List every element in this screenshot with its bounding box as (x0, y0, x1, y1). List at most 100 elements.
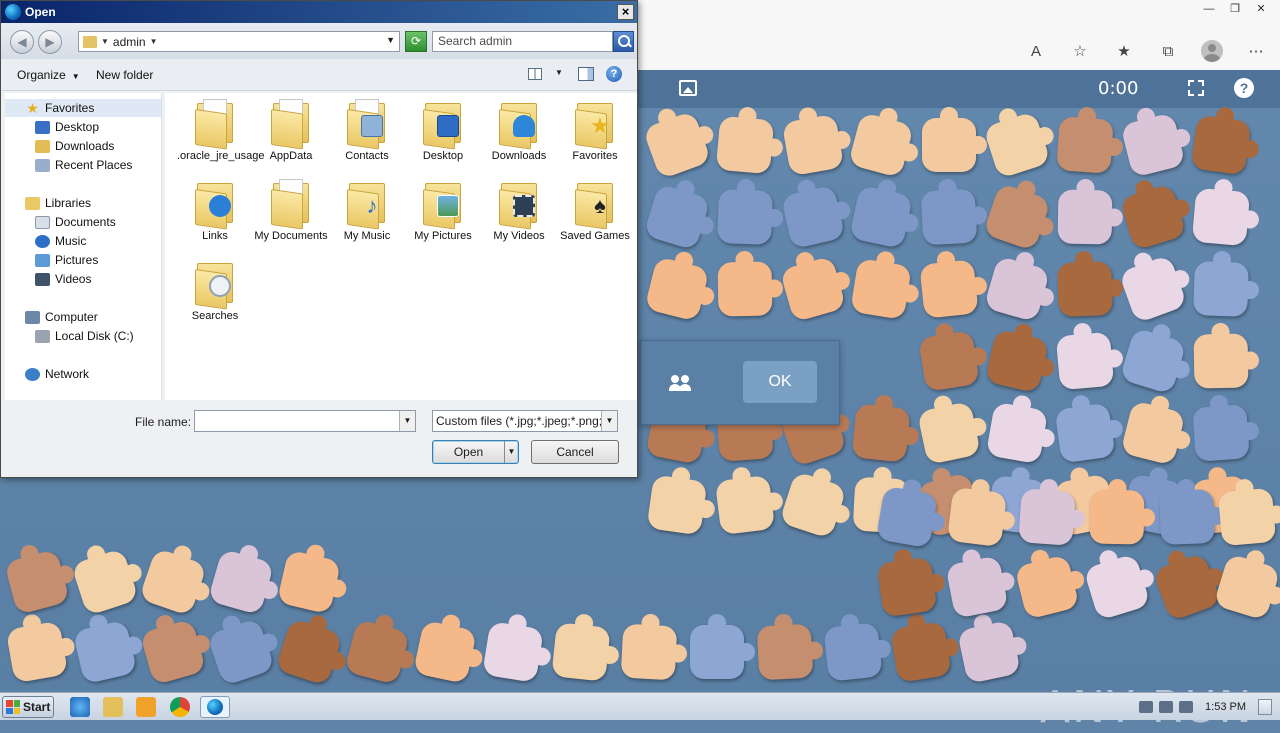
puzzle-piece[interactable] (919, 259, 979, 319)
file-item-my-documents[interactable]: My Documents (253, 179, 329, 243)
puzzle-piece[interactable] (206, 617, 276, 687)
puzzle-piece[interactable] (983, 255, 1051, 323)
chevron-down-icon[interactable]: ▼ (386, 35, 395, 45)
close-button[interactable]: ✕ (1250, 0, 1272, 17)
puzzle-piece[interactable] (412, 619, 478, 685)
internet-explorer-icon[interactable] (70, 697, 90, 717)
nav-item-pictures[interactable]: Pictures (35, 251, 98, 269)
path-breadcrumb[interactable]: ▼ admin ▼ ▼ (78, 31, 400, 52)
puzzle-piece[interactable] (946, 486, 1008, 548)
puzzle-piece[interactable] (781, 113, 845, 177)
minimize-button[interactable]: — (1198, 0, 1220, 17)
puzzle-piece[interactable] (1193, 261, 1249, 317)
file-explorer-icon[interactable] (103, 697, 123, 717)
file-item-desktop[interactable]: Desktop (405, 99, 481, 163)
puzzle-piece[interactable] (1191, 187, 1251, 247)
show-desktop-button[interactable] (1258, 698, 1272, 715)
puzzle-piece[interactable] (1014, 554, 1080, 620)
puzzle-piece[interactable] (70, 547, 140, 617)
puzzle-piece[interactable] (1190, 114, 1252, 176)
add-favorite-icon[interactable]: ☆ (1068, 39, 1092, 63)
cancel-button[interactable]: Cancel (531, 440, 619, 464)
nav-item-music[interactable]: Music (35, 232, 86, 250)
puzzle-piece[interactable] (1119, 183, 1187, 251)
puzzle-piece[interactable] (642, 110, 712, 180)
file-item-my-videos[interactable]: My Videos (481, 179, 557, 243)
nav-item-desktop[interactable]: Desktop (35, 118, 99, 136)
puzzle-piece[interactable] (982, 110, 1052, 180)
file-type-select[interactable]: Custom files (*.jpg;*.jpeg;*.png; ▼ (432, 410, 618, 432)
puzzle-piece[interactable] (717, 189, 773, 245)
breadcrumb-separator-icon[interactable]: ▼ (150, 37, 158, 46)
puzzle-piece[interactable] (823, 622, 883, 682)
puzzle-piece[interactable] (1152, 552, 1222, 622)
puzzle-piece[interactable] (5, 620, 69, 684)
file-item-appdata[interactable]: AppData (253, 99, 329, 163)
puzzle-piece[interactable] (922, 107, 987, 172)
puzzle-piece[interactable] (690, 614, 755, 679)
file-item-searches[interactable]: Searches (177, 259, 253, 323)
breadcrumb-separator-icon[interactable]: ▼ (101, 37, 109, 46)
puzzle-piece[interactable] (779, 255, 847, 323)
favorites-icon[interactable]: ★ (1112, 39, 1136, 63)
change-view-icon[interactable] (528, 68, 542, 80)
puzzle-piece[interactable] (780, 184, 846, 250)
puzzle-piece[interactable] (1055, 331, 1115, 391)
chevron-down-icon[interactable]: ▼ (555, 68, 563, 77)
collections-icon[interactable]: ⧉ (1156, 39, 1180, 63)
nav-item-documents[interactable]: Documents (35, 213, 116, 231)
flag-icon[interactable] (1179, 700, 1194, 713)
puzzle-piece[interactable] (717, 261, 773, 317)
file-item-downloads[interactable]: Downloads (481, 99, 557, 163)
puzzle-piece[interactable] (890, 621, 952, 683)
puzzle-piece[interactable] (644, 256, 710, 322)
clock[interactable]: 1:53 PM (1205, 701, 1246, 713)
puzzle-piece[interactable] (274, 617, 344, 687)
nav-item-network[interactable]: Network (25, 365, 89, 383)
puzzle-piece[interactable] (1057, 189, 1113, 245)
puzzle-piece[interactable] (643, 183, 711, 251)
puzzle-piece[interactable] (756, 623, 814, 681)
nav-item-favorites[interactable]: ★ Favorites (5, 99, 161, 117)
help-icon[interactable]: ? (606, 66, 622, 82)
puzzle-piece[interactable] (1083, 553, 1151, 621)
chrome-icon[interactable] (170, 697, 190, 717)
chevron-down-icon[interactable]: ▼ (504, 441, 518, 463)
nav-item-computer[interactable]: Computer (25, 308, 98, 326)
edge-taskbar-button[interactable] (200, 696, 230, 718)
file-name-input[interactable]: ▼ (194, 410, 416, 432)
puzzle-piece[interactable] (1089, 489, 1145, 545)
help-icon[interactable]: ? (1234, 78, 1254, 98)
back-arrow-icon[interactable]: ◀ (10, 30, 34, 54)
puzzle-piece[interactable] (851, 403, 911, 463)
start-button[interactable]: Start (2, 696, 54, 718)
puzzle-piece[interactable] (1056, 116, 1114, 174)
puzzle-piece[interactable] (1118, 254, 1188, 324)
puzzle-piece[interactable] (875, 485, 939, 549)
open-button[interactable]: Open ▼ (432, 440, 519, 464)
puzzle-piece[interactable] (3, 548, 71, 616)
network-tray-icon[interactable] (1159, 700, 1174, 713)
file-item-my-pictures[interactable]: My Pictures (405, 179, 481, 243)
ok-button[interactable]: OK (743, 361, 817, 403)
restore-button[interactable]: ❐ (1224, 0, 1246, 17)
puzzle-piece[interactable] (985, 401, 1049, 465)
puzzle-piece[interactable] (139, 618, 207, 686)
more-menu-icon[interactable]: ⋯ (1244, 39, 1268, 63)
puzzle-piece[interactable] (1213, 553, 1280, 621)
puzzle-piece[interactable] (72, 619, 138, 685)
file-item-contacts[interactable]: Contacts (329, 99, 405, 163)
nav-item-recent-places[interactable]: Recent Places (35, 156, 132, 174)
refresh-icon[interactable]: ⟳ (405, 31, 427, 52)
breadcrumb-admin[interactable]: admin (113, 35, 146, 49)
puzzle-piece[interactable] (1120, 112, 1186, 178)
puzzle-piece[interactable] (1057, 261, 1113, 317)
puzzle-piece[interactable] (646, 474, 708, 536)
dialog-titlebar[interactable]: Open × (1, 1, 637, 23)
puzzle-piece[interactable] (715, 115, 775, 175)
puzzle-piece[interactable] (714, 474, 776, 536)
puzzle-piece[interactable] (482, 621, 544, 683)
puzzle-piece[interactable] (1217, 487, 1277, 547)
read-aloud-icon[interactable]: A (1024, 39, 1048, 63)
puzzle-piece[interactable] (1119, 327, 1187, 395)
